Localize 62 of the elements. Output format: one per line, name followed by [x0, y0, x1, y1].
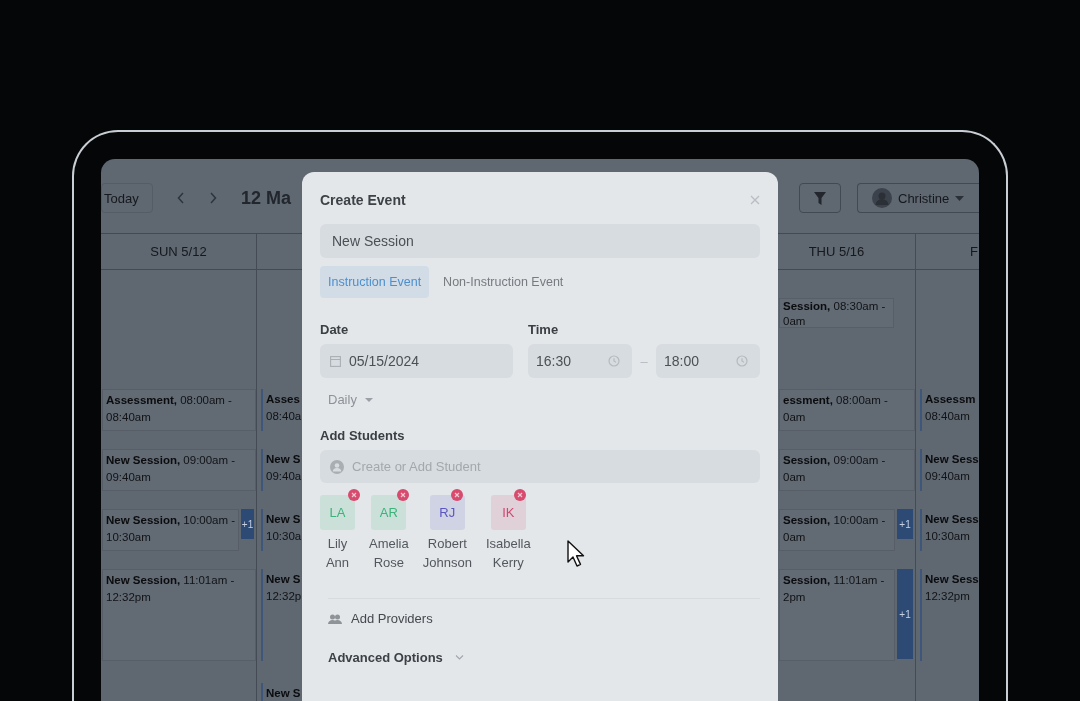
calendar-event[interactable]: New Session, 10:00am - 10:30am	[102, 509, 240, 551]
remove-icon[interactable]	[513, 489, 526, 501]
calendar-event[interactable]: Session, 09:00am - 0am	[779, 449, 915, 491]
student-avatar: LA	[320, 495, 355, 530]
dialog-title: Create Event	[320, 192, 406, 208]
calendar-event[interactable]: Session, 10:00am - 0am	[779, 509, 895, 551]
mouse-pointer-icon	[567, 540, 587, 568]
clock-icon	[608, 355, 620, 367]
day-header: F	[970, 244, 978, 259]
calendar-event[interactable]: Assessm 08:40am	[920, 389, 979, 431]
more-events-badge[interactable]: +1	[897, 509, 913, 539]
time-separator: –	[639, 353, 649, 369]
add-providers-button[interactable]: Add Providers	[328, 611, 760, 626]
start-time-field[interactable]: 16:30	[528, 344, 632, 378]
repeat-dropdown[interactable]: Daily	[328, 392, 373, 407]
student-name: Lily Ann	[325, 535, 350, 572]
filter-icon	[814, 191, 826, 205]
student-name: Amelia Rose	[369, 535, 409, 572]
student-avatar: IK	[490, 495, 526, 530]
calendar-icon	[330, 355, 341, 367]
calendar-event[interactable]: New Session, 11:01am - 12:32pm	[102, 569, 256, 661]
today-button[interactable]: Today	[101, 183, 153, 213]
advanced-options-toggle[interactable]: Advanced Options	[328, 650, 464, 665]
user-icon	[330, 459, 344, 474]
people-icon	[328, 613, 342, 624]
remove-icon[interactable]	[397, 489, 409, 501]
chevron-right-icon[interactable]	[209, 192, 217, 204]
caret-icon	[364, 397, 373, 402]
calendar-event[interactable]: essment, 08:00am - 0am	[779, 389, 915, 431]
avatar-icon	[872, 188, 892, 208]
event-name-field[interactable]: New Session	[320, 224, 760, 258]
event-type-tab[interactable]: Non-Instruction Event	[435, 266, 572, 298]
end-time-field[interactable]: 18:00	[656, 344, 760, 378]
more-events-badge[interactable]: +1	[897, 569, 913, 659]
date-range-title: 12 Ma	[241, 187, 292, 209]
student-name: Robert Johnson	[422, 535, 472, 572]
student-avatar: AR	[371, 495, 407, 530]
calendar-event[interactable]: Session, 08:30am - 0am	[779, 298, 894, 328]
remove-icon[interactable]	[348, 489, 360, 501]
date-field[interactable]: 05/15/2024	[320, 344, 513, 378]
time-label: Time	[528, 322, 559, 337]
caret-icon	[955, 195, 965, 201]
calendar-event[interactable]: Assessment, 08:00am - 08:40am	[102, 389, 256, 431]
calendar-event[interactable]: New Sess 12:32pm	[920, 569, 979, 661]
calendar-event[interactable]: New Session, 09:00am - 09:40am	[102, 449, 256, 491]
event-type-tab[interactable]: Instruction Event	[320, 266, 430, 298]
student-avatar: RJ	[429, 495, 465, 530]
clock-icon	[736, 355, 748, 367]
remove-icon[interactable]	[450, 489, 463, 501]
day-header: SUN 5/12	[150, 244, 207, 259]
date-label: Date	[320, 322, 350, 337]
calendar-event[interactable]: Session, 11:01am - 2pm	[779, 569, 895, 661]
chevron-left-icon[interactable]	[177, 192, 185, 204]
student-name: Isabella Kerry	[485, 535, 531, 572]
students-label: Add Students	[320, 428, 406, 443]
calendar-event[interactable]: New Sess 09:40am	[920, 449, 979, 491]
more-events-badge[interactable]: +1	[241, 509, 254, 539]
user-dropdown[interactable]: Christine	[857, 183, 979, 213]
calendar-event[interactable]: New Sess 10:30am	[920, 509, 979, 551]
filter-button[interactable]	[799, 183, 841, 213]
chevron-down-icon	[454, 655, 464, 660]
day-header: THU 5/16	[808, 244, 865, 259]
